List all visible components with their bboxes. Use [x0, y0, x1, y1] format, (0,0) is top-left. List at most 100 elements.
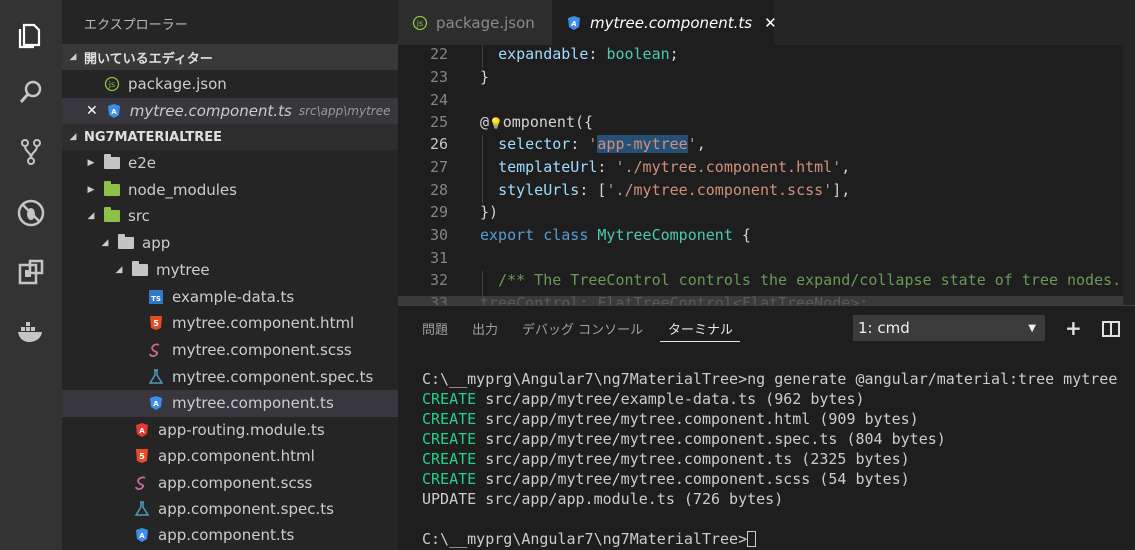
line-number: 28 — [429, 181, 448, 199]
debug-icon[interactable] — [15, 197, 47, 229]
code-token: export — [480, 226, 535, 244]
docker-icon[interactable] — [15, 316, 47, 348]
lightbulb-icon[interactable]: 💡 — [489, 117, 503, 130]
tree-file-selected[interactable]: A mytree.component.ts — [62, 390, 398, 417]
terminal-create-label: CREATE — [422, 470, 477, 488]
typescript-file-icon: TS — [148, 289, 164, 305]
npm-file-icon: js — [412, 15, 428, 31]
svg-text:5: 5 — [139, 452, 145, 461]
angular-file-icon: A — [134, 527, 150, 543]
test-flask-icon — [148, 369, 164, 385]
npm-file-icon: js — [104, 76, 120, 92]
code-line: }) — [480, 203, 499, 221]
open-editor-name: package.json — [128, 75, 227, 94]
svg-text:A: A — [139, 427, 145, 435]
tree-folder-src[interactable]: ◢ src — [62, 203, 398, 230]
explorer-icon[interactable] — [15, 18, 47, 50]
line-number: 25 — [429, 113, 448, 131]
chevron-down-icon: ◢ — [87, 211, 95, 222]
tree-file[interactable]: A app-routing.module.ts — [62, 417, 398, 444]
terminal-line: CREATE src/app/mytree/mytree.component.s… — [422, 470, 910, 488]
open-editors-header[interactable]: ◢ 開いているエディター — [62, 44, 398, 70]
tree-file[interactable]: 5 mytree.component.html — [62, 310, 398, 337]
tab-output[interactable]: 出力 — [472, 319, 498, 338]
activity-bar — [0, 0, 62, 550]
line-number: 29 — [429, 203, 448, 221]
code-token: omponent({ — [502, 113, 594, 131]
file-label: example-data.ts — [172, 288, 295, 307]
svg-text:A: A — [153, 400, 159, 408]
line-number: 24 — [429, 91, 448, 109]
folder-open-icon — [132, 261, 148, 277]
terminal-line: CREATE src/app/mytree/mytree.component.h… — [422, 410, 919, 428]
terminal-line: CREATE src/app/mytree/mytree.component.t… — [422, 450, 910, 468]
tree-folder-e2e[interactable]: ▶ e2e — [62, 150, 398, 177]
angular-routing-icon: A — [134, 422, 150, 438]
split-terminal-icon[interactable] — [1102, 318, 1120, 342]
file-label: app.component.scss — [158, 474, 313, 493]
project-header[interactable]: ◢ NG7MATERIALTREE — [62, 124, 398, 150]
editor-tab-bar: js package.json A mytree.component.ts ✕ — [398, 0, 1135, 45]
source-control-icon[interactable] — [15, 136, 47, 168]
tab-package-json[interactable]: js package.json — [398, 0, 552, 45]
svg-text:5: 5 — [153, 319, 159, 328]
terminal-line: C:\__myprg\Angular7\ng7MaterialTree>ng g… — [422, 370, 1118, 388]
node-folder-icon — [104, 181, 120, 197]
tree-folder-node-modules[interactable]: ▶ node_modules — [62, 177, 398, 204]
line-number: 27 — [429, 158, 448, 176]
terminal-prompt[interactable]: C:\__myprg\Angular7\ng7MaterialTree> — [422, 530, 757, 548]
tree-folder-app[interactable]: ◢ app — [62, 230, 398, 257]
scss-file-icon — [148, 342, 164, 358]
tree-file[interactable]: 5 app.component.html — [62, 443, 398, 470]
tree-file[interactable]: A app.component.ts — [62, 522, 398, 549]
tree-file[interactable]: app.component.spec.ts — [62, 496, 398, 523]
tab-label: mytree.component.ts — [590, 13, 753, 32]
file-label: app.component.spec.ts — [158, 500, 334, 519]
prompt-text: C:\__myprg\Angular7\ng7MaterialTree> — [422, 530, 748, 548]
tree-file[interactable]: TS example-data.ts — [62, 284, 398, 311]
line-number: 33 — [429, 294, 448, 305]
selected-text: app-mytree — [597, 135, 688, 153]
terminal-line-text: src/app/mytree/mytree.component.spec.ts … — [476, 430, 946, 448]
terminal-line: UPDATE src/app/app.module.ts (726 bytes) — [422, 490, 784, 508]
new-terminal-plus-icon[interactable]: + — [1065, 316, 1082, 340]
src-folder-icon — [104, 207, 120, 223]
sidebar-title: エクスプローラー — [84, 18, 188, 33]
line-number: 23 — [429, 68, 448, 86]
open-editor-item-active[interactable]: ✕ A mytree.component.ts src\app\mytree — [62, 98, 398, 125]
angular-file-icon: A — [106, 103, 122, 119]
scss-file-icon — [134, 475, 150, 491]
close-tab-icon[interactable]: ✕ — [764, 14, 777, 32]
file-label: mytree.component.html — [172, 314, 355, 333]
code-token: templateUrl — [498, 158, 598, 176]
chevron-right-icon: ▶ — [87, 185, 95, 196]
editor-scrollbar[interactable] — [1123, 45, 1135, 305]
svg-text:TS: TS — [151, 295, 161, 303]
tree-folder-mytree[interactable]: ◢ mytree — [62, 257, 398, 284]
line-number: 22 — [429, 45, 448, 63]
folder-label: e2e — [128, 154, 157, 173]
file-label: app-routing.module.ts — [158, 421, 325, 440]
tree-file[interactable]: mytree.component.spec.ts — [62, 364, 398, 391]
search-icon[interactable] — [15, 76, 47, 108]
tree-file[interactable]: app.component.scss — [62, 470, 398, 497]
code-editor[interactable]: 22 expandable: boolean; 23 } 24 25 @💡omp… — [398, 45, 1135, 305]
angular-file-icon: A — [566, 15, 582, 31]
terminal-create-label: CREATE — [422, 450, 477, 468]
tab-debug-console[interactable]: デバッグ コンソール — [522, 319, 643, 338]
terminal-line-text: src/app/mytree/mytree.component.html (90… — [476, 410, 919, 428]
terminal-create-label: CREATE — [422, 430, 477, 448]
close-icon[interactable]: ✕ — [86, 103, 98, 119]
terminal-select[interactable]: 1: cmd ▼ — [853, 315, 1045, 341]
html-file-icon: 5 — [134, 448, 150, 464]
code-token: expandable — [498, 45, 589, 63]
code-token: './mytree.component.scss' — [606, 181, 833, 199]
extensions-icon[interactable] — [15, 256, 47, 288]
project-name: NG7MATERIALTREE — [84, 129, 223, 145]
terminal-line-text: src/app/mytree/example-data.ts (962 byte… — [476, 390, 865, 408]
tab-problems[interactable]: 問題 — [422, 319, 448, 338]
tab-mytree-component-ts[interactable]: A mytree.component.ts ✕ — [552, 0, 777, 45]
open-editor-item[interactable]: js package.json — [62, 71, 398, 98]
tree-file[interactable]: mytree.component.scss — [62, 337, 398, 364]
tab-terminal[interactable]: ターミナル — [668, 319, 733, 338]
